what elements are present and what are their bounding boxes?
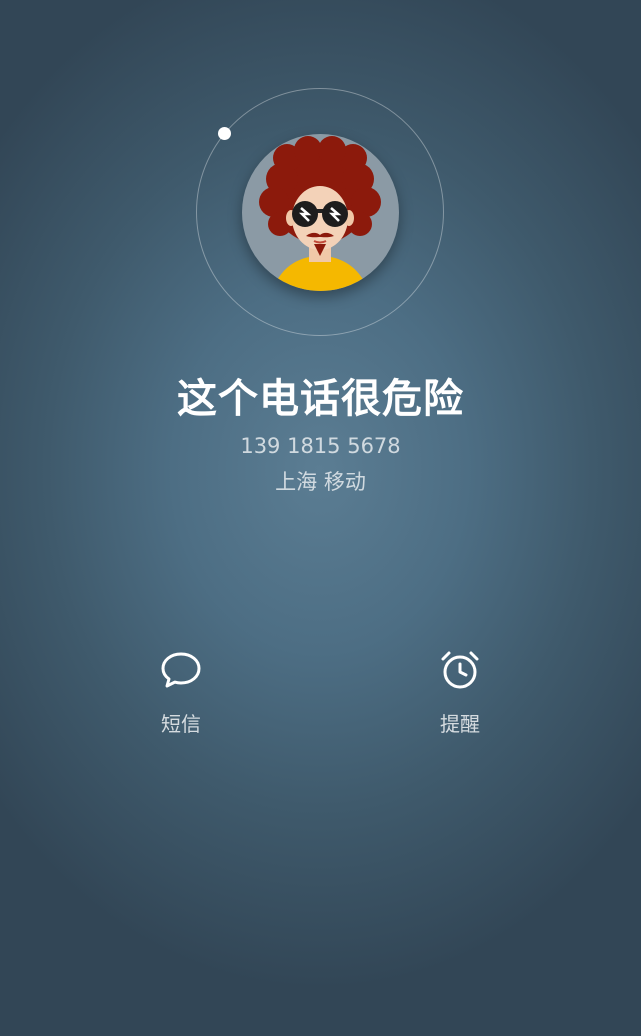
caller-location: 上海 移动 [275,470,366,494]
caller-avatar [242,134,399,291]
incoming-call-screen: 这个电话很危险 139 1815 5678 上海 移动 短信 提醒 [0,0,641,1036]
afro-sunglasses-avatar-icon [242,134,399,291]
alarm-clock-icon [441,651,479,689]
message-bubble-icon [161,652,201,688]
sms-label: 短信 [161,712,201,736]
sms-reply-button[interactable]: 短信 [121,648,241,737]
remind-me-button[interactable]: 提醒 [400,648,520,737]
orbit-dot [218,127,231,140]
caller-phone-number: 139 1815 5678 [240,434,401,458]
remind-label: 提醒 [440,712,480,736]
caller-name: 这个电话很危险 [177,376,464,422]
